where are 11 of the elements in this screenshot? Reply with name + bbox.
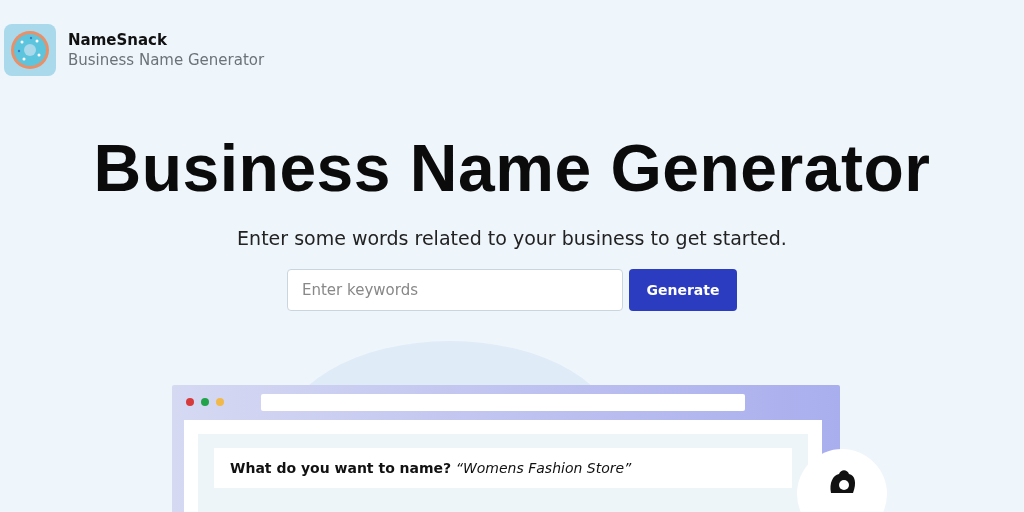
brand-tagline: Business Name Generator <box>68 51 265 69</box>
page-title: Business Name Generator <box>93 132 931 205</box>
window-dot-icon <box>186 398 194 407</box>
page-subtitle: Enter some words related to your business to get started. <box>237 226 787 249</box>
donut-logo-icon <box>4 24 56 76</box>
keywords-field[interactable]: Enter keywords <box>287 268 623 311</box>
window-dot-icon <box>201 398 209 407</box>
generate-button[interactable]: Generate <box>629 268 737 311</box>
window-dot-icon <box>216 398 224 407</box>
name-question: What do you want to name? “Womens Fashion Store” <box>214 447 792 488</box>
brand-name[interactable]: NameSnack <box>68 31 265 49</box>
